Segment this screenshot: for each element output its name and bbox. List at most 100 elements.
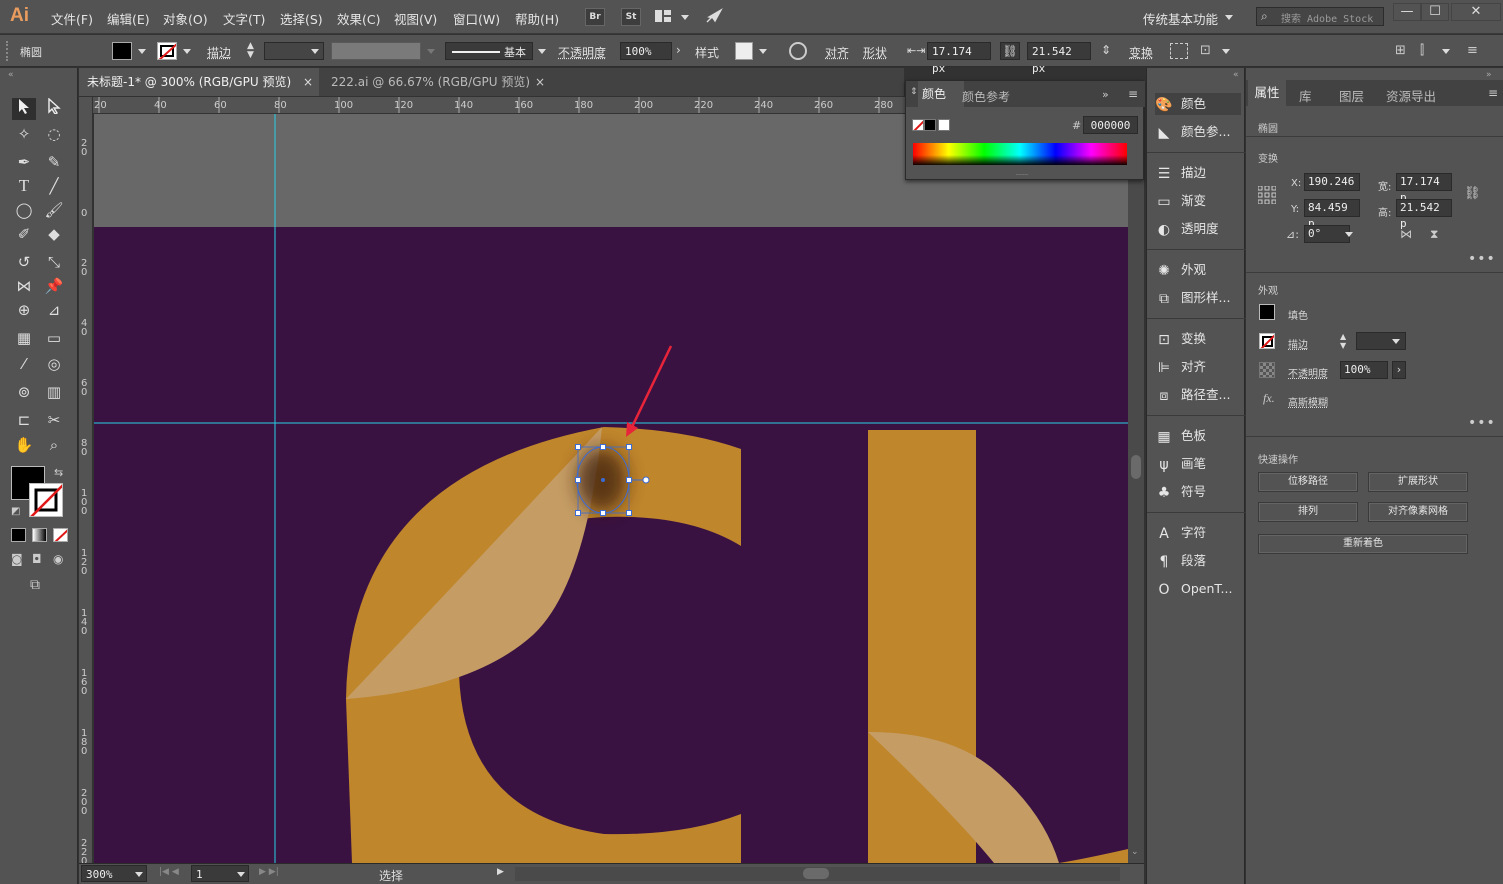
tab-color[interactable]: 颜色 (918, 81, 964, 107)
stroke-stepper[interactable]: ▲ ▼ (1340, 332, 1352, 350)
menu-type[interactable]: 文字(T) (223, 9, 265, 28)
chevron-down-icon[interactable] (759, 49, 767, 54)
draw-normal-icon[interactable]: ◙ (11, 552, 23, 566)
shape-label[interactable]: 形状 (863, 44, 887, 61)
symbol-sprayer-icon[interactable]: ⊚ (12, 381, 36, 403)
scroll-thumb[interactable] (1131, 455, 1141, 479)
status-menu-icon[interactable]: ▶ (497, 867, 504, 877)
puppet-warp-icon[interactable]: 📌 (42, 275, 66, 297)
height-field[interactable]: 21.542 p (1396, 199, 1452, 230)
scroll-down-icon[interactable]: ⌄ (1131, 847, 1139, 857)
opacity-label[interactable]: 不透明度 (1288, 365, 1328, 380)
zoom-tool-icon[interactable]: ⌕ (42, 434, 66, 456)
workspace-switcher[interactable]: 传统基本功能 (1143, 9, 1218, 28)
angle-field[interactable]: 0° (1304, 225, 1350, 243)
panel-swatches[interactable]: ▦ 色板 (1155, 425, 1243, 447)
paintbrush-icon[interactable]: 🖌 (42, 199, 66, 221)
grid-icon[interactable]: ⊞ (1395, 43, 1406, 58)
panel-gradient[interactable]: ▭ 渐变 (1155, 190, 1243, 212)
selection-handle[interactable] (600, 510, 606, 516)
selection-handle[interactable] (575, 477, 581, 483)
flip-horizontal-icon[interactable]: ⋈ (1400, 227, 1412, 241)
menu-object[interactable]: 对象(O) (163, 9, 208, 28)
panel-color-guide[interactable]: ◣ 颜色参... (1155, 121, 1243, 143)
menu-edit[interactable]: 编辑(E) (107, 9, 150, 28)
stroke-swatch[interactable] (157, 42, 177, 60)
close-button[interactable]: ✕ (1451, 3, 1501, 21)
link-icon[interactable]: ⛓ (1464, 186, 1481, 201)
maximize-button[interactable]: ☐ (1421, 3, 1449, 21)
rocket-icon[interactable] (705, 8, 723, 24)
reference-point-icon[interactable] (1257, 185, 1277, 205)
collapse-icon[interactable]: « (8, 70, 14, 80)
first-artboard-icon[interactable]: |◀ ◀ (159, 867, 179, 877)
resize-grip-icon[interactable]: ┄┄┄ (1016, 171, 1029, 179)
panel-transform[interactable]: ⊡ 变换 (1155, 328, 1243, 350)
column-graph-icon[interactable]: ▥ (42, 381, 66, 403)
opacity-field[interactable]: 100% (1340, 361, 1388, 379)
close-icon[interactable]: × (303, 68, 313, 96)
ellipse-tool-icon[interactable]: ◯ (12, 199, 36, 221)
effect-gaussian-blur[interactable]: 高斯模糊 (1288, 394, 1328, 409)
more-options-icon[interactable]: ••• (1468, 251, 1496, 267)
lasso-icon[interactable]: ◌ (42, 123, 66, 145)
panel-menu-icon[interactable]: ≡ (1488, 86, 1498, 100)
bridge-button[interactable]: Br (585, 8, 605, 26)
tab-libraries[interactable]: 库 (1299, 86, 1312, 105)
tab-color-guide[interactable]: 颜色参考 (962, 88, 1010, 105)
isolate-icon[interactable] (1170, 43, 1188, 59)
y-field[interactable]: 84.459 p (1304, 199, 1360, 230)
eyedropper-icon[interactable]: ⁄ (12, 353, 36, 375)
none-swatch[interactable] (912, 119, 924, 131)
selection-handle[interactable] (626, 510, 632, 516)
stock-search[interactable]: ⌕ 搜索 Adobe Stock (1256, 7, 1384, 26)
chevron-down-icon[interactable] (1222, 49, 1230, 54)
panel-symbols[interactable]: ♣ 符号 (1155, 481, 1243, 503)
panel-color[interactable]: 🎨 颜色 (1155, 93, 1241, 115)
none-mode-icon[interactable] (53, 528, 68, 542)
pen-tool-icon[interactable]: ✒ (12, 151, 36, 173)
chevron-down-icon[interactable] (1225, 15, 1233, 20)
blend-tool-icon[interactable]: ◎ (42, 353, 66, 375)
panel-toggle-icon[interactable]: ⇕ (910, 87, 918, 97)
panel-transparency[interactable]: ◐ 透明度 (1155, 218, 1243, 240)
menu-view[interactable]: 视图(V) (394, 9, 437, 28)
panel-menu-icon[interactable]: ≡ (1467, 43, 1478, 58)
menu-file[interactable]: 文件(F) (51, 9, 93, 28)
rotate-tool-icon[interactable]: ↺ (12, 251, 36, 273)
shape-builder-icon[interactable]: ⊕ (12, 299, 36, 321)
chevron-down-icon[interactable] (138, 49, 146, 54)
expand-icon[interactable]: » (1102, 88, 1109, 101)
canvas[interactable] (94, 114, 1128, 863)
panel-paragraph[interactable]: ¶ 段落 (1155, 550, 1243, 572)
collapse-icon[interactable]: « (1233, 70, 1239, 80)
stroke-label[interactable]: 描边 (1288, 336, 1308, 351)
chevron-down-icon[interactable] (311, 49, 319, 54)
chevron-down-icon[interactable] (1345, 232, 1353, 237)
screen-mode-icon[interactable]: ⧉ (30, 577, 40, 593)
tab-untitled[interactable]: 未标题-1* @ 300% (RGB/GPU 预览) × (79, 68, 319, 96)
eraser-icon[interactable]: ◆ (42, 223, 66, 245)
tab-222[interactable]: 222.ai @ 66.67% (RGB/GPU 预览) × (323, 68, 551, 96)
stroke-stepper[interactable]: ▲ ▼ (247, 42, 261, 60)
more-options-icon[interactable]: ••• (1468, 415, 1496, 431)
default-colors-icon[interactable]: ◩ (11, 506, 20, 517)
gradient-mode-icon[interactable] (32, 528, 47, 542)
stroke-swatch[interactable] (1259, 333, 1275, 349)
type-tool-icon[interactable]: T (12, 175, 36, 197)
panel-brushes[interactable]: ψ 画笔 (1155, 453, 1243, 475)
fill-swatch[interactable] (1259, 304, 1275, 320)
fill-swatch[interactable] (112, 42, 132, 60)
panel-character[interactable]: A 字符 (1155, 522, 1243, 544)
x-field[interactable]: 190.246 (1304, 173, 1360, 191)
collapse-icon[interactable]: » (1486, 70, 1492, 80)
chevron-right-icon[interactable]: › (676, 43, 681, 57)
stroke-color-swatch[interactable] (29, 483, 63, 517)
menu-effect[interactable]: 效果(C) (337, 9, 380, 28)
chevron-down-icon[interactable] (1442, 49, 1450, 54)
chevron-down-icon[interactable] (237, 872, 245, 877)
gradient-tool-icon[interactable]: ▭ (42, 327, 66, 349)
opacity-field[interactable]: 100% (620, 42, 672, 60)
shaper-tool-icon[interactable]: ✐ (12, 223, 36, 245)
artboard-tool-icon[interactable]: ⊏ (12, 409, 36, 431)
